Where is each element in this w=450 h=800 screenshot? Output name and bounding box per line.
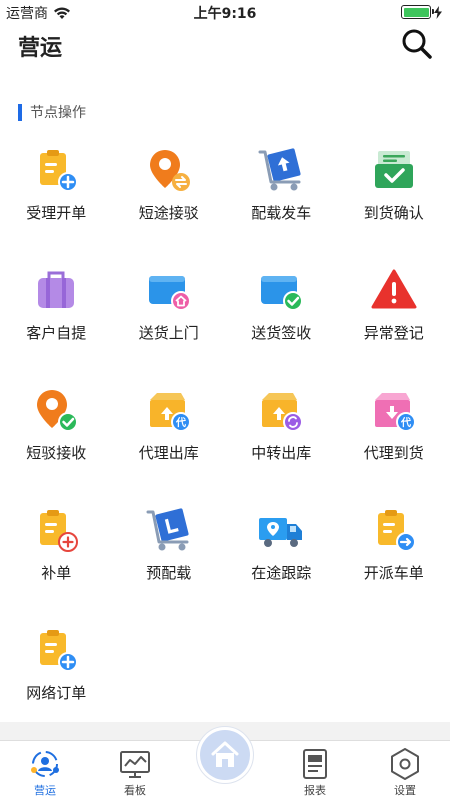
clipboard-add-red-icon	[40, 510, 79, 552]
tile-label: 异常登记	[363, 324, 424, 342]
status-time: 上午9:16	[193, 6, 257, 22]
tile-pre-load[interactable]: 预配载	[113, 500, 226, 620]
tile-accept-order[interactable]: 受理开单	[0, 140, 113, 260]
tab-reports[interactable]: 报表	[270, 741, 360, 800]
box-transfer-icon	[262, 393, 304, 432]
cart-up-icon	[258, 148, 301, 191]
charging-icon	[434, 5, 442, 19]
tile-label: 送货上门	[138, 324, 199, 342]
svg-text:代: 代	[400, 416, 411, 429]
tile-short-transfer[interactable]: 短途接驳	[113, 140, 226, 260]
svg-text:代: 代	[175, 416, 186, 429]
tile-dispatch-order[interactable]: 开派车单	[338, 500, 450, 620]
title-bar: 营运	[0, 24, 450, 68]
clipboard-add-icon	[40, 150, 79, 192]
report-icon	[303, 749, 327, 779]
tile-label: 短途接驳	[138, 204, 199, 222]
tile-transfer-outbound[interactable]: 中转出库	[225, 380, 338, 500]
tile-shuttle-receive[interactable]: 短驳接收	[0, 380, 113, 500]
tile-label: 中转出库	[251, 444, 312, 462]
tile-self-pickup[interactable]: 客户自提	[0, 260, 113, 380]
tab-settings[interactable]: 设置	[360, 741, 450, 800]
battery-icon	[401, 5, 434, 19]
page-title: 营运	[18, 36, 63, 61]
tile-label: 开派车单	[363, 564, 424, 582]
operations-grid: 受理开单 短途接驳 配载发车 到货确认 客户自提 送货上门 送货签收 异常登记 …	[0, 140, 450, 740]
tile-label: 网络订单	[26, 684, 87, 702]
tile-label: 代理到货	[363, 444, 424, 462]
truck-track-icon	[259, 518, 303, 547]
search-icon	[402, 29, 432, 59]
luggage-icon	[38, 271, 75, 308]
tab-label: 营运	[34, 784, 56, 797]
tile-load-dispatch[interactable]: 配载发车	[225, 140, 338, 260]
cart-preload-icon	[146, 508, 189, 551]
tile-label: 在途跟踪	[251, 564, 312, 582]
section-header: 节点操作	[18, 102, 86, 122]
tile-exception-register[interactable]: 异常登记	[338, 260, 450, 380]
home-icon	[211, 741, 239, 767]
operations-icon	[31, 751, 59, 777]
tile-home-delivery[interactable]: 送货上门	[113, 260, 226, 380]
location-exchange-icon	[149, 150, 190, 191]
tile-agent-arrival[interactable]: 代 代理到货	[338, 380, 450, 500]
clipboard-online-icon	[40, 630, 79, 672]
tab-label: 看板	[124, 784, 146, 797]
tile-label: 补单	[41, 564, 72, 582]
tile-delivery-sign[interactable]: 送货签收	[225, 260, 338, 380]
clipboard-dispatch-icon	[377, 510, 416, 552]
folder-check-icon	[261, 276, 304, 311]
tile-in-transit-tracking[interactable]: 在途跟踪	[225, 500, 338, 620]
grid-row: 短驳接收 代 代理出库 中转出库 代 代理到货	[0, 380, 450, 500]
section-accent-bar	[18, 103, 22, 121]
folder-home-icon	[148, 276, 191, 311]
tile-label: 配载发车	[251, 204, 312, 222]
status-right	[401, 5, 442, 19]
section-title: 节点操作	[30, 105, 86, 121]
tile-label: 代理出库	[138, 444, 199, 462]
status-bar: 运营商 上午9:16	[0, 0, 450, 24]
tile-supplement-order[interactable]: 补单	[0, 500, 113, 620]
grid-row: 客户自提 送货上门 送货签收 异常登记	[0, 260, 450, 380]
grid-row: 受理开单 短途接驳 配载发车 到货确认	[0, 140, 450, 260]
home-button[interactable]	[196, 726, 254, 784]
grid-row: 补单 预配载 在途跟踪 开派车单	[0, 500, 450, 620]
box-out-agent-icon: 代	[149, 393, 191, 432]
tile-label: 送货签收	[251, 324, 312, 342]
box-in-agent-icon: 代	[374, 393, 416, 432]
dashboard-icon	[120, 751, 150, 778]
tab-operations[interactable]: 营运	[0, 741, 90, 800]
warning-icon	[371, 269, 417, 309]
tile-label: 客户自提	[26, 324, 87, 342]
tab-label: 设置	[394, 784, 416, 797]
location-check-icon	[37, 390, 79, 432]
tile-label: 到货确认	[363, 204, 424, 222]
battery-level	[403, 7, 429, 17]
tab-dashboard[interactable]: 看板	[90, 741, 180, 800]
settings-icon	[391, 748, 419, 780]
tile-label: 短驳接收	[26, 444, 87, 462]
tile-label: 预配载	[146, 564, 192, 582]
tray-check-icon	[374, 151, 413, 188]
tab-label: 报表	[304, 784, 326, 797]
tile-arrival-confirm[interactable]: 到货确认	[338, 140, 450, 260]
tile-label: 受理开单	[26, 204, 87, 222]
search-button[interactable]	[400, 27, 434, 61]
home-button-inner	[200, 730, 250, 780]
tile-agent-outbound[interactable]: 代 代理出库	[113, 380, 226, 500]
